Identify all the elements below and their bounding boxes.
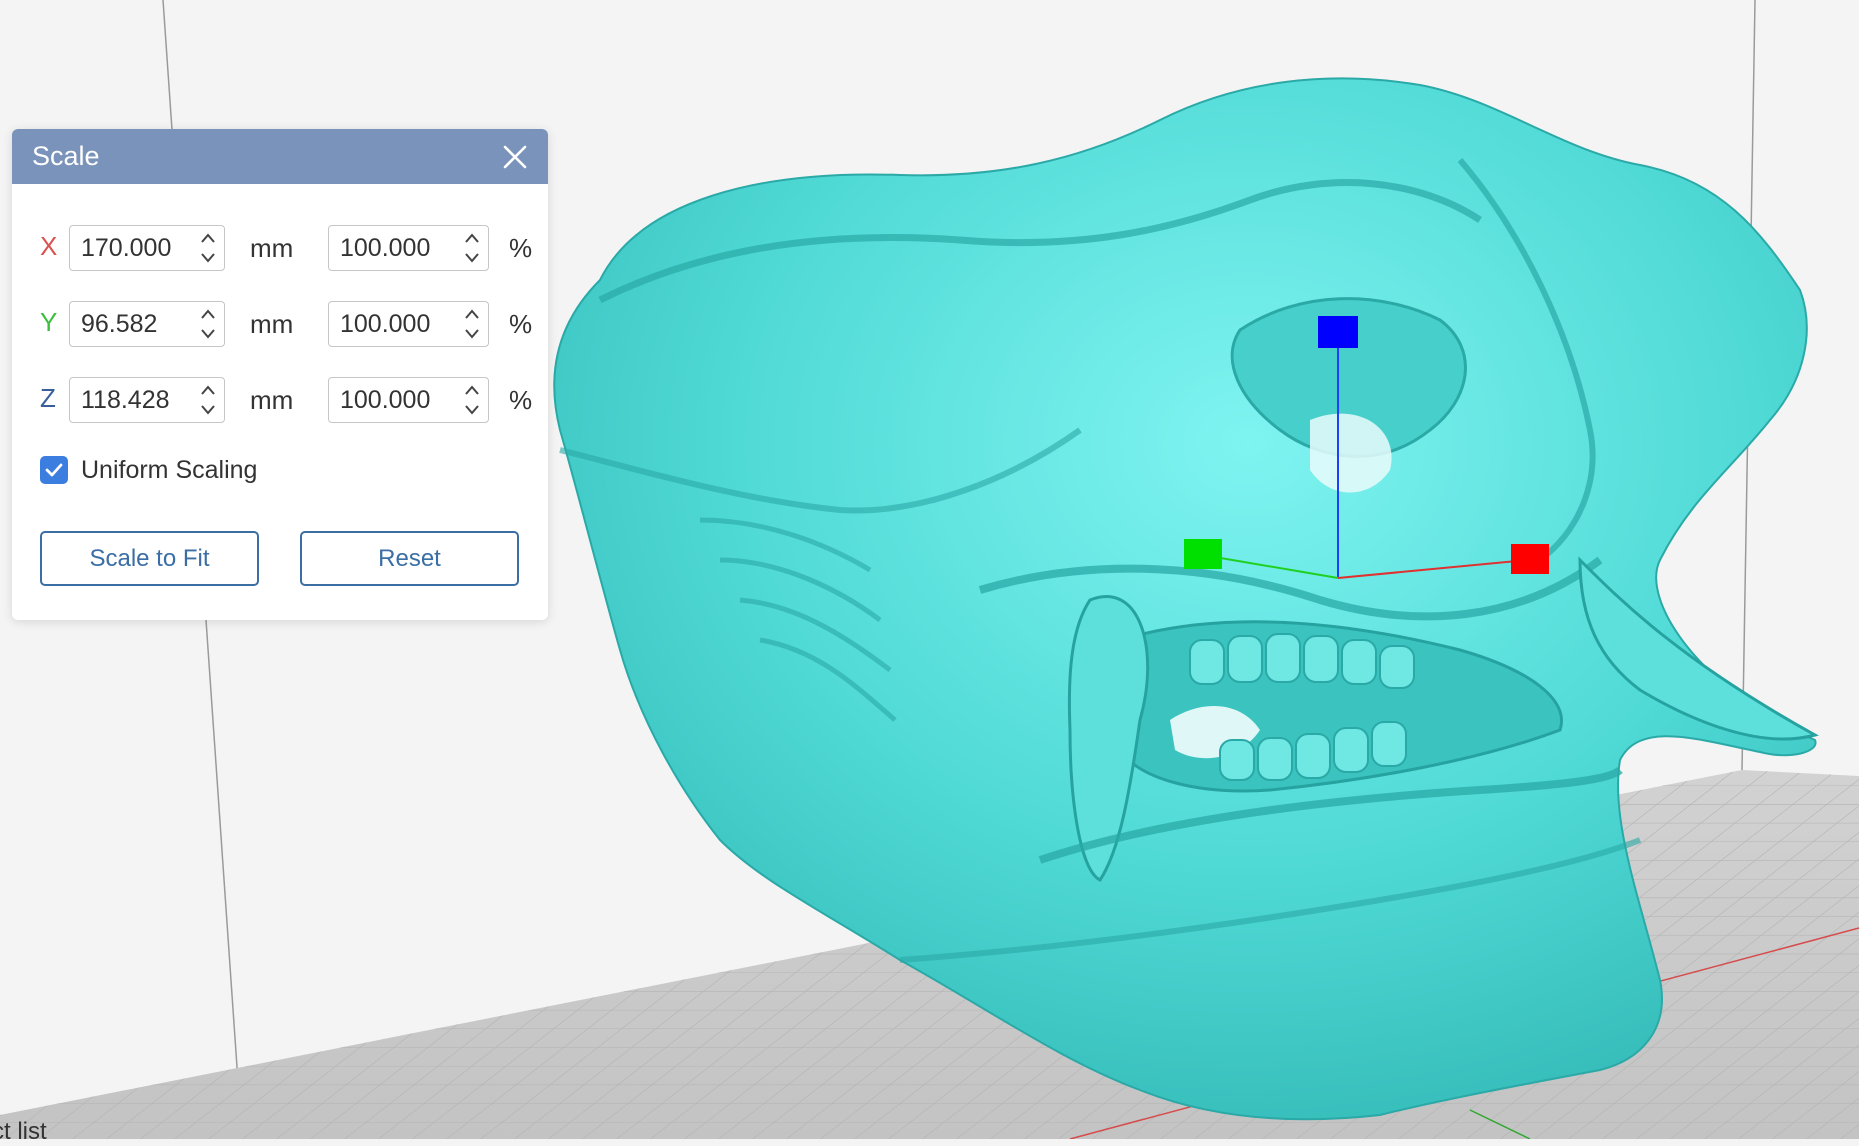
spin-up-icon — [465, 233, 479, 243]
percent-z-value: 100.000 — [340, 386, 431, 414]
gizmo-z-handle[interactable] — [1318, 316, 1358, 348]
size-y-spinner[interactable] — [200, 307, 216, 341]
percent-z-unit: % — [509, 385, 533, 415]
size-y-unit: mm — [250, 309, 294, 339]
percent-z-spinner[interactable] — [464, 383, 480, 417]
dialog-header: Scale — [12, 129, 548, 184]
axis-label-y: Y — [40, 307, 58, 337]
size-z-input[interactable]: 118.428 — [69, 377, 225, 423]
scale-to-fit-button[interactable]: Scale to Fit — [40, 531, 259, 586]
size-x-spinner[interactable] — [200, 231, 216, 265]
gizmo-y-handle[interactable] — [1184, 539, 1222, 569]
uniform-scaling-option[interactable]: Uniform Scaling — [40, 453, 257, 487]
percent-y-unit: % — [509, 309, 533, 339]
spin-down-icon — [465, 253, 479, 263]
dialog-title: Scale — [32, 141, 100, 171]
reset-button[interactable]: Reset — [300, 531, 519, 586]
size-x-input[interactable]: 170.000 — [69, 225, 225, 271]
percent-y-value: 100.000 — [340, 310, 431, 338]
checkmark-icon — [45, 463, 63, 477]
percent-x-unit: % — [509, 233, 533, 263]
percent-x-input[interactable]: 100.000 — [328, 225, 489, 271]
size-z-spinner[interactable] — [200, 383, 216, 417]
spin-up-icon — [201, 233, 215, 243]
axis-label-x: X — [40, 231, 58, 261]
gizmo-x-handle[interactable] — [1511, 544, 1549, 574]
scale-row-z: Z 118.428 mm 100.000 % — [12, 377, 548, 425]
spin-down-icon — [465, 405, 479, 415]
size-x-unit: mm — [250, 233, 294, 263]
percent-y-input[interactable]: 100.000 — [328, 301, 489, 347]
spin-down-icon — [201, 405, 215, 415]
axis-label-z: Z — [40, 383, 56, 413]
scale-row-x: X 170.000 mm 100.000 % — [12, 225, 548, 273]
size-y-input[interactable]: 96.582 — [69, 301, 225, 347]
close-icon — [503, 145, 527, 168]
scale-row-y: Y 96.582 mm 100.000 % — [12, 301, 548, 349]
percent-x-spinner[interactable] — [464, 231, 480, 265]
spin-down-icon — [201, 253, 215, 263]
scale-dialog: Scale X 170.000 mm 100.000 % Y 96.582 mm… — [12, 129, 548, 620]
percent-y-spinner[interactable] — [464, 307, 480, 341]
spin-up-icon — [465, 385, 479, 395]
size-y-value: 96.582 — [81, 310, 158, 338]
size-x-value: 170.000 — [81, 234, 172, 262]
spin-up-icon — [201, 385, 215, 395]
spin-up-icon — [201, 309, 215, 319]
spin-up-icon — [465, 309, 479, 319]
uniform-scaling-checkbox[interactable] — [40, 456, 68, 484]
percent-z-input[interactable]: 100.000 — [328, 377, 489, 423]
close-button[interactable] — [500, 142, 530, 172]
object-list-label[interactable]: ct list — [0, 1118, 47, 1146]
size-z-value: 118.428 — [81, 386, 170, 414]
percent-x-value: 100.000 — [340, 234, 431, 262]
spin-down-icon — [201, 329, 215, 339]
spin-down-icon — [465, 329, 479, 339]
uniform-scaling-label: Uniform Scaling — [81, 455, 258, 484]
size-z-unit: mm — [250, 385, 294, 415]
